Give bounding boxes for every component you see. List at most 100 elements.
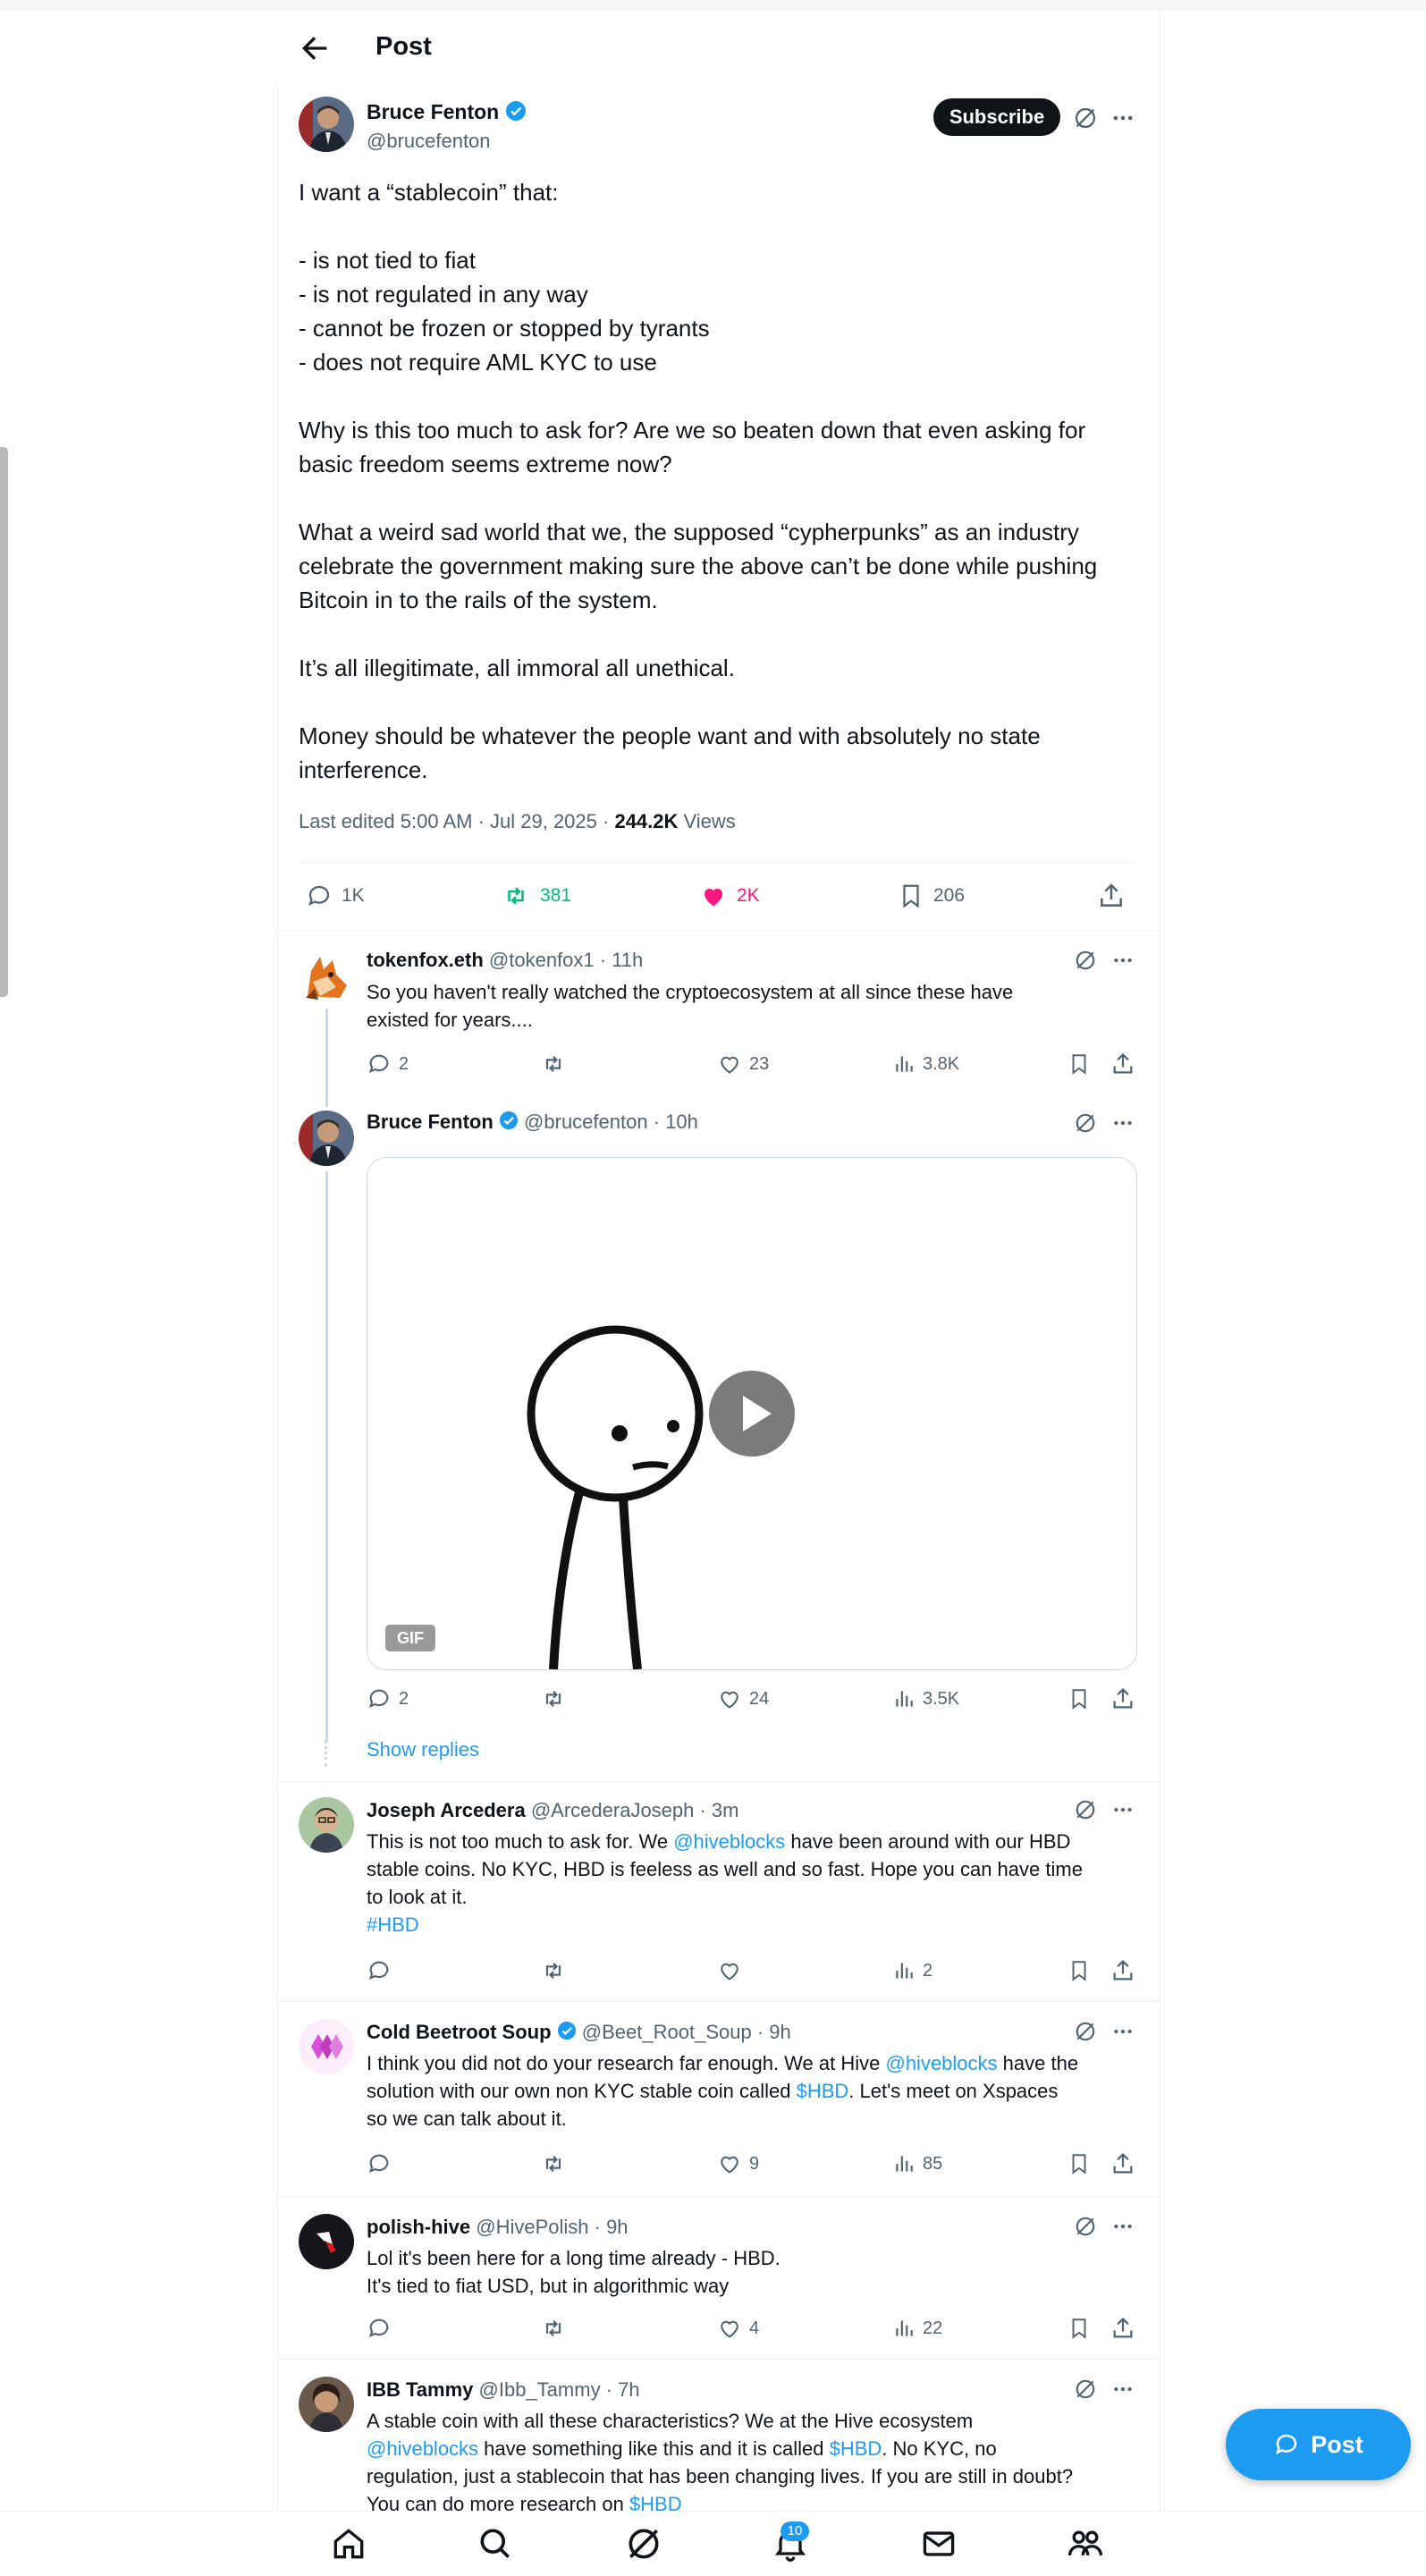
share-button[interactable] [1110, 2312, 1135, 2344]
heart-icon [721, 1056, 738, 1074]
reply-handle-time: @brucefenton · 10h [524, 1111, 698, 1133]
like-button[interactable] [717, 1955, 742, 1987]
grok-icon[interactable] [1069, 2373, 1101, 2405]
hashtag-link[interactable]: #HBD [367, 1911, 1144, 1938]
avatar[interactable] [299, 2214, 354, 2269]
avatar[interactable] [299, 97, 354, 152]
reply-author[interactable]: Bruce Fenton @brucefenton · 10h [367, 1111, 698, 1136]
repost-button[interactable] [540, 1048, 567, 1080]
repost-button[interactable] [540, 1683, 567, 1715]
views-label: Views [678, 810, 736, 832]
search-icon[interactable] [476, 2524, 515, 2563]
grok-icon[interactable] [1069, 2210, 1101, 2242]
repost-button[interactable]: 381 [501, 876, 571, 916]
reply-icon [368, 1054, 389, 1074]
show-replies-link[interactable]: Show replies [367, 1738, 479, 1761]
grok-icon[interactable] [624, 2524, 663, 2563]
more-options-icon[interactable] [1107, 2210, 1139, 2242]
share-button[interactable] [1110, 1683, 1135, 1715]
views-button[interactable]: 3.5K [892, 1683, 959, 1715]
mention-link[interactable]: @hiveblocks [885, 2052, 997, 2074]
share-button[interactable] [1097, 876, 1126, 916]
reply-button[interactable] [367, 1955, 392, 1987]
compose-post-button[interactable]: Post [1226, 2409, 1411, 2480]
bookmark-button[interactable] [1067, 2312, 1091, 2344]
grok-icon[interactable] [1069, 944, 1101, 976]
reply-author[interactable]: IBB Tammy @Ibb_Tammy · 7h [367, 2378, 640, 2402]
avatar[interactable] [299, 2019, 354, 2074]
post-line: What a weird sad world that we, the supp… [299, 519, 1079, 545]
share-icon [1113, 2317, 1133, 2338]
author-name[interactable]: Bruce Fenton [367, 100, 527, 127]
reply-author[interactable]: polish-hive @HivePolish · 9h [367, 2216, 629, 2239]
like-button[interactable]: 4 [717, 2312, 759, 2344]
heart-icon [721, 1963, 738, 1981]
share-button[interactable] [1110, 1955, 1135, 1987]
share-button[interactable] [1110, 1048, 1135, 1080]
like-button[interactable]: 24 [717, 1683, 769, 1715]
more-options-icon[interactable] [1107, 102, 1139, 134]
repost-button[interactable] [540, 2312, 567, 2344]
like-button[interactable]: 9 [717, 2148, 759, 2180]
author-handle[interactable]: @brucefenton [367, 130, 491, 153]
gif-media[interactable]: GIF [367, 1157, 1137, 1670]
cashtag-link[interactable]: $HBD [629, 2493, 682, 2511]
reply-button[interactable]: 2 [367, 1683, 409, 1715]
views-button[interactable]: 85 [892, 2148, 942, 2180]
avatar[interactable] [299, 1111, 354, 1166]
more-options-icon[interactable] [1107, 944, 1139, 976]
scrollbar[interactable] [0, 447, 8, 997]
post-action-bar: 1K 381 2K 206 [299, 876, 1135, 916]
view-count: 244.2K [614, 810, 679, 832]
more-options-icon[interactable] [1107, 2373, 1139, 2405]
back-arrow-icon[interactable] [297, 30, 333, 66]
reply-author[interactable]: tokenfox.eth @tokenfox1 · 11h [367, 949, 643, 972]
cashtag-link[interactable]: $HBD [830, 2437, 882, 2460]
share-button[interactable] [1110, 2148, 1135, 2180]
repost-button[interactable] [540, 1955, 567, 1987]
bookmark-button[interactable] [1067, 2148, 1091, 2180]
reply-button[interactable] [367, 2312, 392, 2344]
subscribe-button[interactable]: Subscribe [933, 98, 1060, 136]
reply-author[interactable]: Joseph Arcedera @ArcederaJoseph · 3m [367, 1799, 739, 1822]
more-options-icon[interactable] [1107, 1107, 1139, 1139]
grok-icon[interactable] [1069, 2015, 1101, 2048]
more-options-icon[interactable] [1107, 2015, 1139, 2048]
grok-icon[interactable] [1069, 1107, 1101, 1139]
reply-button[interactable]: 1K [306, 876, 365, 916]
views-button[interactable]: 2 [892, 1955, 932, 1987]
views-button[interactable]: 3.8K [892, 1048, 959, 1080]
mention-link[interactable]: @hiveblocks [367, 2437, 478, 2460]
reply-handle-time: @ArcederaJoseph · 3m [530, 1799, 739, 1821]
avatar[interactable] [299, 1797, 354, 1853]
bookmark-button[interactable] [1067, 1955, 1091, 1987]
messages-envelope-icon[interactable] [919, 2524, 958, 2563]
communities-icon[interactable] [1066, 2524, 1105, 2563]
reply-button[interactable] [367, 2148, 392, 2180]
play-button[interactable] [709, 1371, 795, 1457]
verified-badge-icon [505, 100, 527, 127]
thread-dots [325, 1740, 331, 1767]
analytics-icon [896, 1056, 913, 1072]
more-options-icon[interactable] [1107, 1794, 1139, 1826]
reply-bubble-icon [1276, 2434, 1297, 2454]
like-button[interactable]: 2K [699, 876, 760, 916]
avatar[interactable] [300, 950, 352, 1001]
cashtag-link[interactable]: $HBD [797, 2080, 849, 2102]
bookmark-button[interactable] [1067, 1048, 1091, 1080]
reply-button[interactable]: 2 [367, 1048, 409, 1080]
analytics-icon [896, 1691, 913, 1707]
bookmark-button[interactable]: 206 [898, 876, 965, 916]
edited-timestamp[interactable]: Last edited 5:00 AM · Jul 29, 2025 · [299, 810, 614, 832]
grok-icon[interactable] [1069, 1794, 1101, 1826]
grok-icon[interactable] [1069, 102, 1101, 134]
bookmark-button[interactable] [1067, 1683, 1091, 1715]
post-meta: Last edited 5:00 AM · Jul 29, 2025 · 244… [299, 810, 736, 833]
repost-button[interactable] [540, 2148, 567, 2180]
reply-author[interactable]: Cold Beetroot Soup @Beet_Root_Soup · 9h [367, 2021, 791, 2046]
mention-link[interactable]: @hiveblocks [673, 1830, 785, 1853]
views-button[interactable]: 22 [892, 2312, 942, 2344]
like-button[interactable]: 23 [717, 1048, 769, 1080]
home-icon[interactable] [329, 2524, 368, 2563]
avatar[interactable] [299, 2377, 354, 2432]
